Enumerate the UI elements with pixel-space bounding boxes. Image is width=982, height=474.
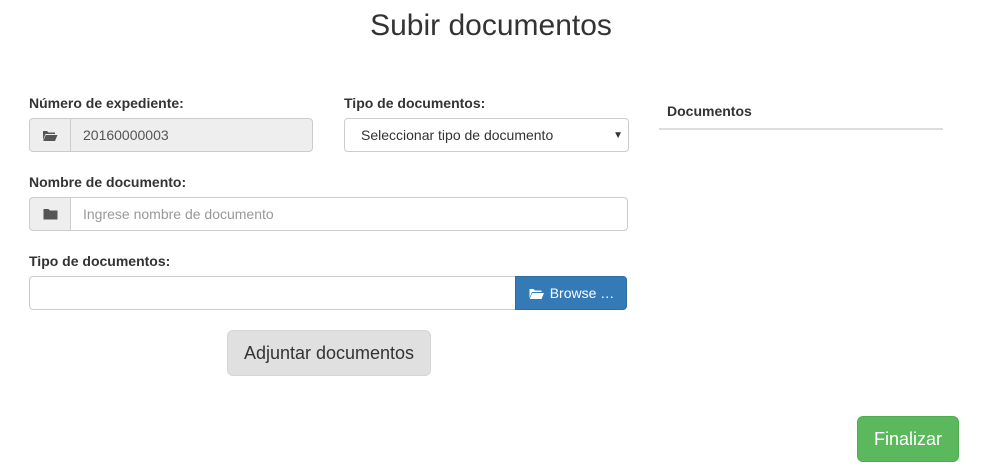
expediente-field[interactable]: 20160000003: [70, 118, 313, 152]
nombre-documento-input-group: Ingrese nombre de documento: [29, 197, 628, 231]
archivo-label: Tipo de documentos:: [29, 253, 171, 269]
finish-button[interactable]: Finalizar: [857, 416, 959, 462]
page-title: Subir documentos: [370, 9, 612, 42]
caret-down-icon: ▼: [613, 130, 623, 141]
file-path-input[interactable]: [29, 276, 516, 310]
browse-button[interactable]: Browse …: [515, 276, 627, 310]
nombre-documento-input[interactable]: Ingrese nombre de documento: [70, 197, 628, 231]
browse-button-label: Browse …: [549, 285, 615, 301]
folder-icon: [29, 197, 70, 231]
expediente-label: Número de expediente:: [29, 95, 184, 111]
tipo-documentos-label: Tipo de documentos:: [344, 95, 486, 111]
nombre-documento-label: Nombre de documento:: [29, 174, 187, 190]
folder-open-icon: [29, 118, 70, 152]
tipo-documentos-select[interactable]: Seleccionar tipo de documento ▼: [344, 118, 629, 152]
documents-panel-title: Documentos: [667, 103, 752, 119]
folder-open-icon: [528, 287, 545, 300]
documents-panel: Documentos: [659, 94, 943, 130]
attach-documents-button[interactable]: Adjuntar documentos: [227, 330, 431, 376]
tipo-documentos-selected: Seleccionar tipo de documento: [361, 127, 554, 143]
expediente-input-group: 20160000003: [29, 118, 313, 152]
